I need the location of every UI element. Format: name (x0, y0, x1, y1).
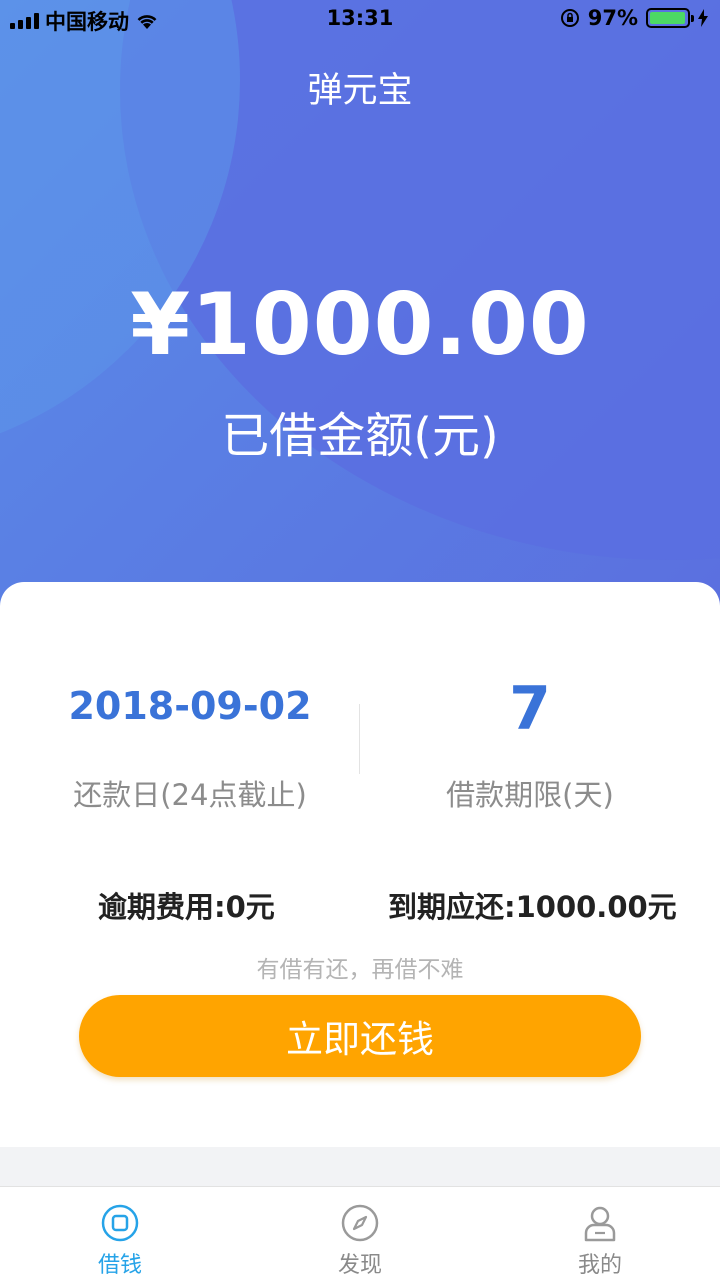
profile-icon (584, 1206, 616, 1242)
term-label: 借款期限(天) (446, 778, 614, 812)
tab-loan-label: 借钱 (97, 1253, 142, 1278)
borrowed-amount-label: 已借金额(元) (221, 408, 499, 464)
battery-percent: 97% (587, 6, 638, 30)
motto-text: 有借有还，再借不难 (256, 957, 464, 983)
overdue-fee: 逾期费用:0元 (98, 890, 275, 924)
due-date-value: 2018-09-02 (68, 684, 312, 728)
borrowed-amount: ¥1000.00 (130, 275, 590, 375)
status-bar: 中国移动 13:31 97% (0, 0, 720, 40)
page-title: 弹元宝 (307, 71, 413, 111)
term-value: 7 (509, 674, 551, 744)
tab-mine-label: 我的 (577, 1253, 622, 1278)
tab-loan[interactable]: 借钱 (0, 1187, 240, 1280)
repayment-card: 2018-09-02 还款日(24点截止) 7 借款期限(天) 逾期费用:0元 … (0, 582, 720, 1147)
rotation-lock-icon (560, 9, 579, 27)
due-date-label: 还款日(24点截止) (73, 778, 307, 812)
tab-bar: 借钱 发现 我的 (0, 1186, 720, 1280)
amount-due: 到期应还:1000.00元 (388, 890, 677, 924)
loan-icon (101, 1204, 139, 1242)
compass-icon (341, 1204, 379, 1242)
tab-discover[interactable]: 发现 (240, 1187, 480, 1280)
charging-icon (698, 9, 708, 27)
tab-mine[interactable]: 我的 (480, 1187, 720, 1280)
tab-discover-label: 发现 (337, 1253, 382, 1278)
battery-icon (646, 8, 694, 28)
repay-now-button[interactable]: 立即还钱 (79, 995, 641, 1077)
